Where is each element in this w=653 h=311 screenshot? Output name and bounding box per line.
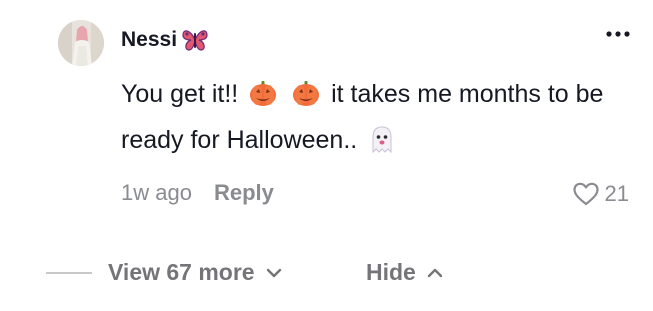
thread-divider <box>46 272 92 274</box>
view-more-label: View 67 more <box>108 259 255 285</box>
chevron-down-icon <box>266 268 281 277</box>
avatar[interactable] <box>58 20 104 66</box>
reply-button[interactable]: Reply <box>214 180 274 206</box>
comment-text-part1: You get it!! <box>121 80 239 108</box>
avatar-photo <box>58 20 104 66</box>
heart-icon <box>572 182 599 206</box>
pumpkin-icon <box>291 78 321 120</box>
view-more-replies-button[interactable]: View 67 more <box>108 259 283 286</box>
hide-label: Hide <box>366 259 416 285</box>
more-options-button[interactable] <box>605 26 631 42</box>
timestamp: 1w ago <box>121 180 192 205</box>
like-count: 21 <box>604 181 629 206</box>
butterfly-icon <box>182 30 208 51</box>
like-button[interactable]: 21 <box>572 181 629 207</box>
comment-meta: 1w ago Reply <box>121 180 274 206</box>
ghost-icon <box>367 124 397 166</box>
username[interactable]: Nessi <box>121 28 209 52</box>
username-text: Nessi <box>121 28 178 51</box>
hide-replies-button[interactable]: Hide <box>366 259 444 286</box>
comment-text: You get it!! it takes me months to be re… <box>121 74 641 166</box>
pumpkin-icon <box>248 78 278 120</box>
more-options-icon <box>606 31 630 37</box>
chevron-up-icon <box>427 268 443 277</box>
